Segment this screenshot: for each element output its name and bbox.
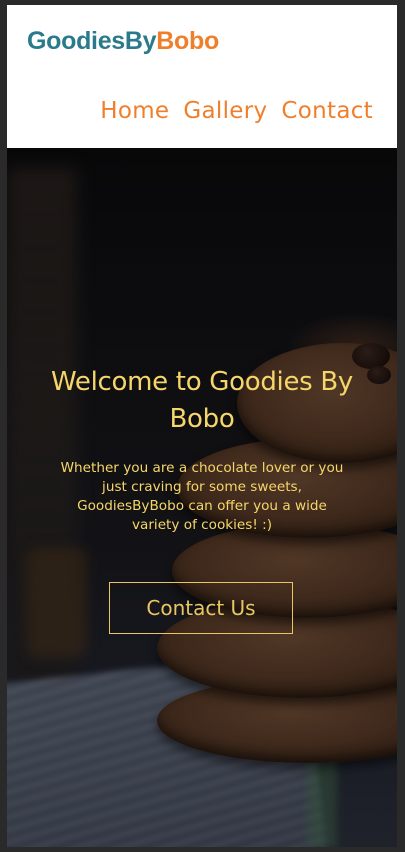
hero-description: Whether you are a chocolate lover or you… xyxy=(60,460,344,533)
nav-link-contact[interactable]: Contact xyxy=(281,98,373,124)
page-frame: GoodiesByBobo Home Gallery Contact Welco… xyxy=(7,5,397,847)
logo-text-bobo: Bobo xyxy=(156,27,219,55)
nav-link-gallery[interactable]: Gallery xyxy=(183,98,267,124)
site-header: GoodiesByBobo Home Gallery Contact xyxy=(7,5,397,148)
contact-us-button[interactable]: Contact Us xyxy=(109,582,293,634)
hero-content: Welcome to Goodies By Bobo Whether you a… xyxy=(7,148,397,847)
hero-section: Welcome to Goodies By Bobo Whether you a… xyxy=(7,148,397,847)
site-logo[interactable]: GoodiesByBobo xyxy=(27,25,219,57)
nav-link-home[interactable]: Home xyxy=(100,98,169,124)
hero-title: Welcome to Goodies By Bobo xyxy=(51,367,353,434)
logo-text-goodiesby: GoodiesBy xyxy=(27,27,157,55)
main-nav: Home Gallery Contact xyxy=(100,98,373,124)
